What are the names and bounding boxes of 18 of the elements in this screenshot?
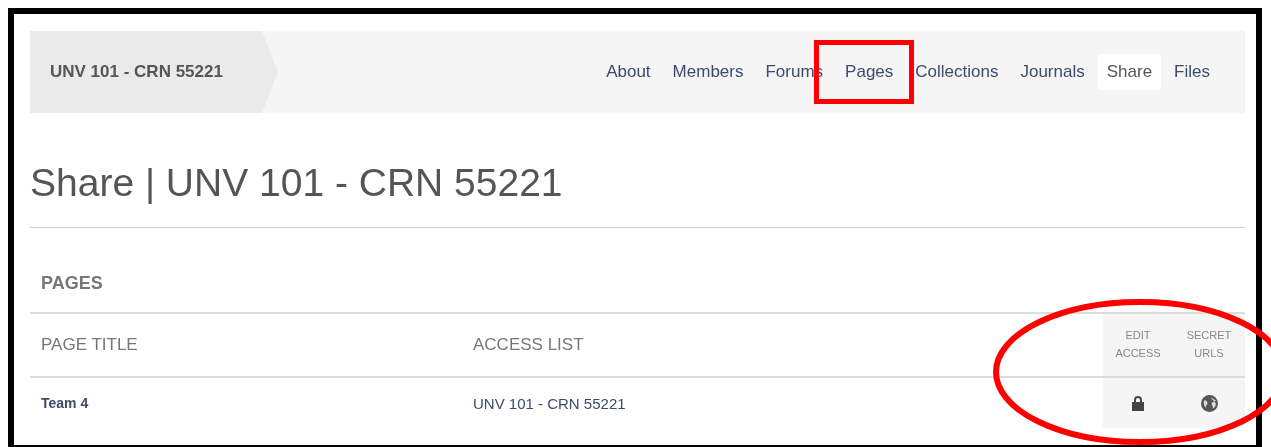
column-header: ACCESS LIST xyxy=(462,314,1103,378)
column-header: PAGE TITLE xyxy=(30,314,462,378)
nav-tab[interactable]: Members xyxy=(663,54,753,90)
table-cell: UNV 101 - CRN 55221 xyxy=(473,394,626,412)
section-heading: PAGES xyxy=(30,228,1245,314)
breadcrumb[interactable]: UNV 101 - CRN 55221 xyxy=(30,31,278,113)
nav-tab[interactable]: About xyxy=(597,54,660,90)
column-header: SECRET URLS xyxy=(1173,314,1245,378)
lock-icon[interactable] xyxy=(1131,395,1145,411)
page-link[interactable]: Team 4 xyxy=(41,395,89,411)
nav-tab[interactable]: Collections xyxy=(906,54,1008,90)
globe-icon[interactable] xyxy=(1200,394,1218,412)
page-title: Share | UNV 101 - CRN 55221 xyxy=(30,161,1245,228)
nav-tab[interactable]: Files xyxy=(1165,54,1219,90)
nav-tab[interactable]: Pages xyxy=(836,54,903,90)
nav-tab[interactable]: Share xyxy=(1097,54,1162,90)
nav-tab[interactable]: Journals xyxy=(1011,54,1094,90)
column-header: EDIT ACCESS xyxy=(1103,314,1173,378)
